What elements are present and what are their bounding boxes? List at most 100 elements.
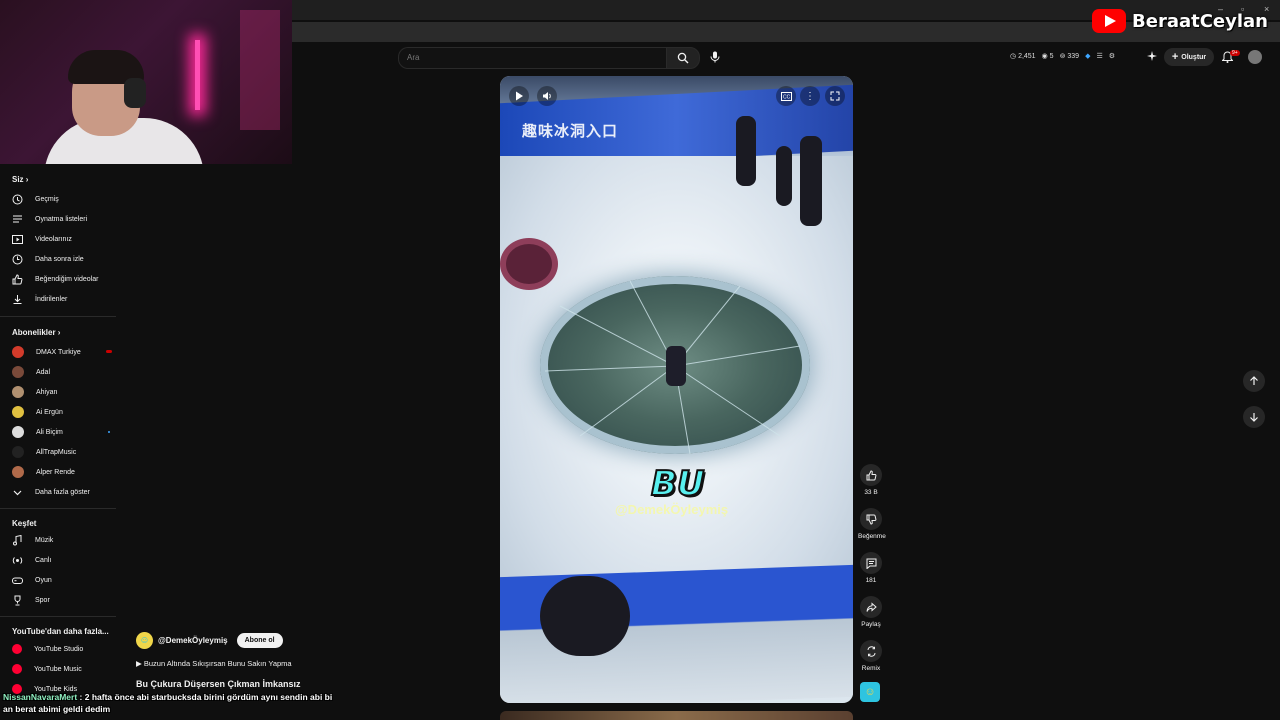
watch-later-icon: [12, 254, 23, 264]
share-icon: [866, 601, 877, 612]
banner-sign-text: 趣味冰洞入口: [522, 123, 619, 140]
remix-button[interactable]: [860, 640, 882, 662]
account-avatar[interactable]: [1248, 50, 1262, 64]
like-action[interactable]: 33 B: [858, 464, 884, 496]
thumbs-down-icon: [866, 514, 876, 525]
foreground-person: [540, 576, 630, 656]
explore-section-title: Keşfet: [12, 519, 37, 528]
play-button[interactable]: [509, 86, 529, 106]
sidebar-divider: [0, 316, 116, 317]
short-title: Bu Çukura Düşersen Çıkman İmkansız: [136, 679, 301, 689]
more-from-youtube-title: YouTube'dan daha fazla...: [12, 627, 109, 636]
voice-search-button[interactable]: [705, 47, 725, 67]
skater-figure: [666, 346, 686, 386]
settings-extension-icon[interactable]: ⚙: [1109, 52, 1115, 60]
sidebar-item-your-videos[interactable]: Videolarınız: [12, 231, 116, 247]
music-icon: [13, 534, 22, 545]
search-button[interactable]: [666, 47, 700, 69]
sidebar-item-youtube-music[interactable]: YouTube Music: [12, 661, 116, 677]
comments-button[interactable]: [860, 552, 882, 574]
smiley-icon: ☺: [139, 635, 150, 646]
list-icon[interactable]: ☰: [1096, 52, 1102, 60]
short-music-link[interactable]: ▶ Buzun Altında Sıkışırsan Bunu Sakın Ya…: [136, 659, 292, 668]
next-short-preview[interactable]: [500, 711, 853, 720]
sound-channel-avatar[interactable]: ☺: [860, 682, 880, 702]
microphone-icon: [710, 51, 720, 63]
show-more-button[interactable]: Daha fazla göster: [12, 484, 116, 500]
comments-count: 181: [865, 577, 877, 584]
captions-button[interactable]: CC: [776, 86, 796, 106]
mute-button[interactable]: [537, 86, 557, 106]
sidebar-item-liked-videos[interactable]: Beğendiğim videolar: [12, 271, 116, 287]
notification-badge: 9+: [1230, 50, 1240, 56]
neon-light: [195, 40, 200, 110]
channel-avatar: [12, 466, 24, 478]
search-input[interactable]: Ara: [398, 47, 667, 69]
remix-label: Remix: [861, 665, 881, 672]
previous-short-button[interactable]: [1243, 370, 1265, 392]
downloads-icon: [13, 294, 22, 304]
gaming-icon: [12, 577, 23, 584]
channel-avatar: [12, 366, 24, 378]
remix-action[interactable]: Remix: [858, 640, 884, 672]
bystander: [776, 146, 792, 206]
sidebar-item-subscription[interactable]: Ahiyan: [12, 384, 116, 400]
subscribe-button[interactable]: Abone ol: [236, 633, 283, 648]
trophy-icon: [14, 595, 21, 605]
sidebar-divider: [0, 508, 116, 509]
sidebar-item-history[interactable]: Geçmiş: [12, 191, 116, 207]
channel-avatar: [12, 446, 24, 458]
captions-icon: CC: [780, 91, 792, 101]
search-placeholder: Ara: [407, 53, 420, 62]
sidebar-item-playlists[interactable]: Oynatma listeleri: [12, 211, 116, 227]
comment-icon: [866, 558, 876, 569]
live-indicator: [106, 350, 112, 353]
sidebar-item-music[interactable]: Müzik: [12, 532, 116, 548]
sidebar-item-subscription[interactable]: Adal: [12, 364, 116, 380]
create-button[interactable]: + Oluştur: [1164, 48, 1214, 66]
dislike-label: Beğenme: [858, 533, 886, 540]
youtube-studio-icon: [12, 644, 22, 654]
webcam-overlay: [0, 0, 292, 164]
subscriptions-section-title[interactable]: Abonelikler ›: [12, 328, 60, 337]
you-section-title[interactable]: Siz ›: [12, 175, 28, 184]
video-watermark: @DemekÖyleymiş: [615, 502, 729, 517]
more-options-button[interactable]: ⋮: [800, 86, 820, 106]
like-button[interactable]: [860, 464, 882, 486]
sidebar-item-youtube-studio[interactable]: YouTube Studio: [12, 641, 116, 657]
short-channel-handle[interactable]: @DemekÖyleymiş: [158, 636, 228, 645]
sidebar-item-subscription[interactable]: Alper Rende: [12, 464, 116, 480]
sparkle-icon[interactable]: [1147, 51, 1157, 63]
sidebar-item-sports[interactable]: Spor: [12, 592, 116, 608]
search-icon: [677, 52, 689, 64]
sidebar-item-subscription[interactable]: Ai Ergün: [12, 404, 116, 420]
dislike-action[interactable]: Beğenme: [858, 508, 886, 540]
sidebar-item-live[interactable]: Canlı: [12, 552, 116, 568]
comments-action[interactable]: 181: [858, 552, 884, 584]
share-button[interactable]: [860, 596, 882, 618]
liked-videos-icon: [12, 273, 23, 284]
sidebar-item-downloads[interactable]: İndirilenler: [12, 291, 116, 307]
sidebar-divider: [0, 616, 116, 617]
channel-avatar: [12, 386, 24, 398]
shorts-video-player[interactable]: 趣味冰洞入口 BU @DemekÖyleymiş CC ⋮: [500, 76, 853, 703]
sidebar-item-gaming[interactable]: Oyun: [12, 572, 116, 588]
fullscreen-button[interactable]: [825, 86, 845, 106]
sidebar-item-watch-later[interactable]: Daha sonra izle: [12, 251, 116, 267]
next-short-button[interactable]: [1243, 406, 1265, 428]
extension-icon[interactable]: ◆: [1085, 52, 1090, 60]
history-icon: [12, 194, 23, 204]
sidebar-item-subscription[interactable]: Ali Biçim: [12, 424, 116, 440]
brand-name: BeraatCeylan: [1132, 10, 1268, 32]
share-action[interactable]: Paylaş: [858, 596, 884, 628]
plus-icon: +: [1171, 51, 1179, 63]
dislike-button[interactable]: [860, 508, 882, 530]
sidebar-item-subscription[interactable]: AllTrapMusic: [12, 444, 116, 460]
sidebar-item-subscription[interactable]: DMAX Turkiye: [12, 344, 116, 360]
short-channel-avatar[interactable]: ☺: [136, 632, 153, 649]
more-vert-icon: ⋮: [805, 90, 815, 102]
video-caption-big: BU: [650, 463, 706, 505]
fullscreen-icon: [830, 91, 840, 101]
remix-icon: [867, 645, 875, 657]
header-stats: ◷ 2,451 ◉ 5 ⊚ 339 ◆ ☰ ⚙: [1010, 52, 1115, 60]
